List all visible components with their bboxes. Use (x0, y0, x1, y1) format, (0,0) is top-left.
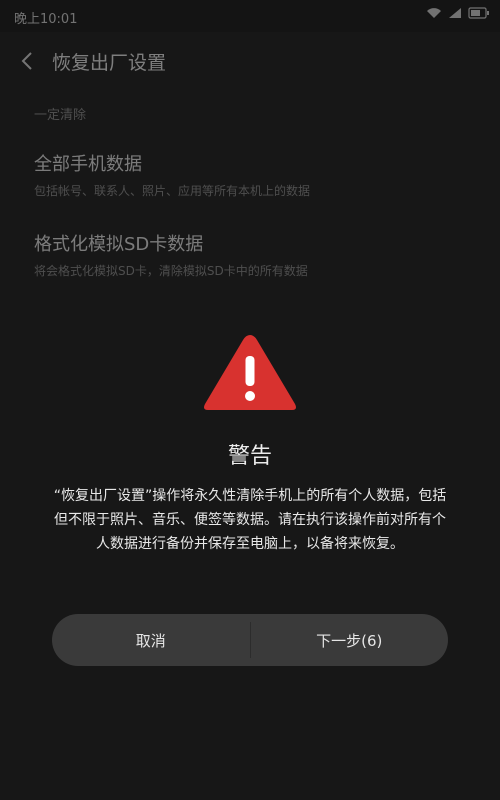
dialog-title: 警告 (227, 444, 272, 469)
dialog-message: “恢复出厂设置”操作将永久性清除手机上的所有个人数据，包括但不限于照片、音乐、便… (53, 488, 447, 552)
next-step-button[interactable]: 下一步(6) (251, 614, 449, 666)
cancel-button[interactable]: 取消 (52, 614, 250, 666)
dialog-buttons: 取消 下一步(6) (52, 614, 448, 666)
warning-triangle-icon (200, 330, 300, 415)
warning-icon-wrap (0, 330, 500, 419)
